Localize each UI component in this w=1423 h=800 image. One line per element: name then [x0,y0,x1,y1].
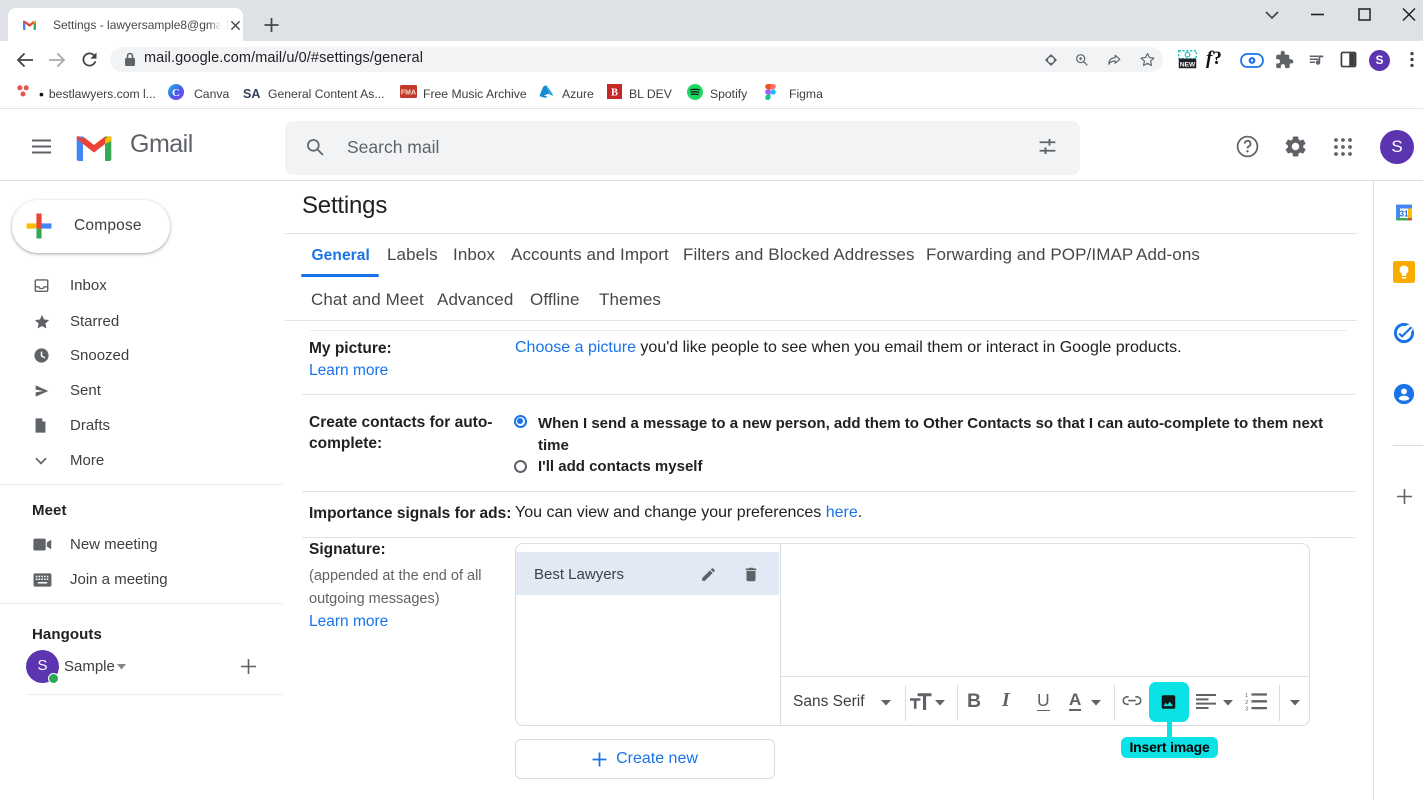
svg-text:FMA: FMA [401,90,416,97]
svg-text:C: C [172,87,180,99]
svg-text:NEW: NEW [1180,62,1196,69]
svg-text:3: 3 [1245,707,1248,712]
svg-text:1: 1 [1245,693,1248,699]
svg-text:2: 2 [1245,700,1248,706]
svg-text:B: B [611,88,618,99]
svg-text:31: 31 [1400,209,1409,218]
